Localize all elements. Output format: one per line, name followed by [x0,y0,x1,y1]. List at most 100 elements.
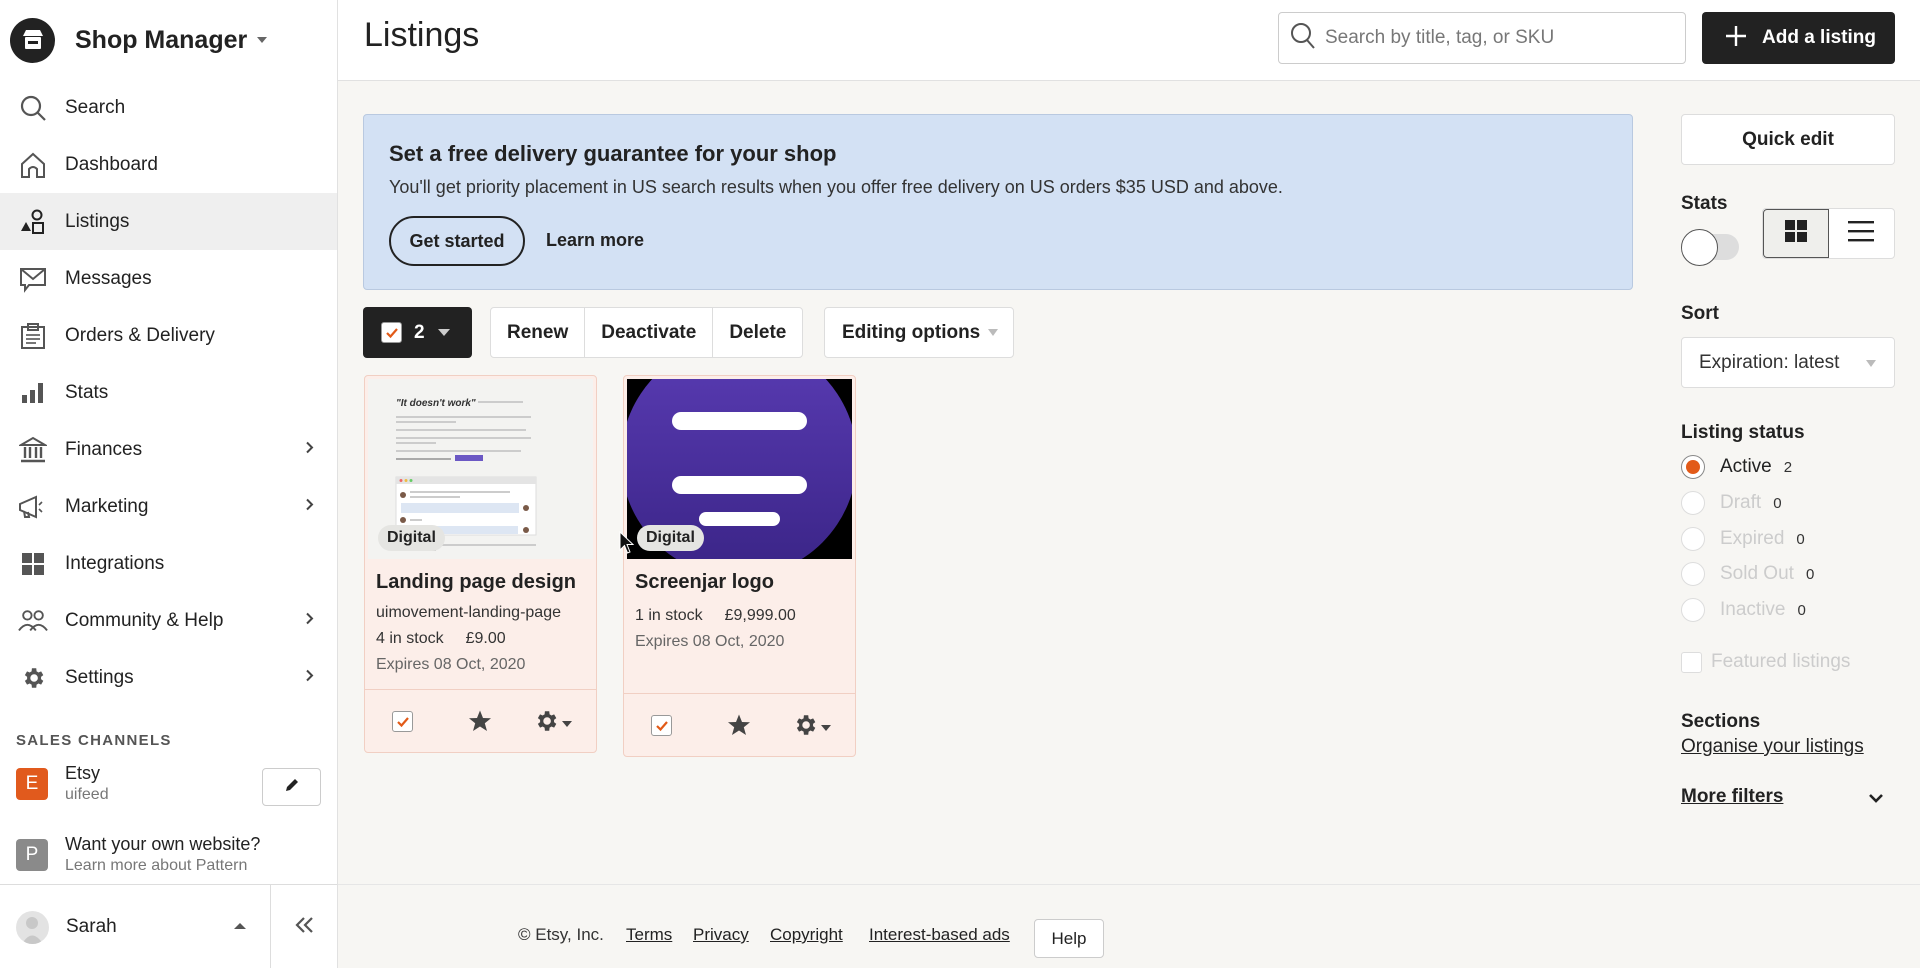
feature-star-icon[interactable] [468,709,492,738]
status-radio-inactive[interactable]: Inactive 0 [1681,598,1806,622]
listing-thumbnail[interactable]: Digital [627,379,852,559]
collapse-sidebar-button[interactable] [272,885,337,968]
deactivate-button[interactable]: Deactivate [585,308,714,357]
get-started-button[interactable]: Get started [389,216,525,266]
listing-card-actions [365,689,596,752]
footer-link-interest-based-ads[interactable]: Interest-based ads [869,925,1010,945]
learn-more-link[interactable]: Learn more [546,230,644,251]
sidebar-item-search[interactable]: Search [0,79,337,136]
sidebar-item-integrations[interactable]: Integrations [0,535,337,592]
footer-link-copyright[interactable]: Copyright [770,925,843,945]
page-header: Listings Add a listing [338,0,1920,81]
view-mode-toggle [1762,208,1895,259]
pencil-icon [283,776,301,799]
radio-button[interactable] [1681,562,1705,586]
listing-select-checkbox[interactable] [651,715,672,736]
avatar [16,910,49,944]
grid-icon [1784,219,1808,248]
listing-card[interactable]: Digital Screenjar logo 1 in stock £9,999.… [623,375,856,757]
status-radio-expired[interactable]: Expired 0 [1681,527,1805,551]
listing-thumbnail[interactable]: "It doesn't work" Digital [368,379,593,559]
search-field[interactable] [1278,12,1686,64]
bar-chart-icon [18,378,48,408]
more-filters-link[interactable]: More filters [1681,786,1783,808]
shapes-icon [18,207,48,237]
caret-down-icon [257,37,268,43]
envelope-icon [18,264,48,294]
chevron-right-icon [305,497,315,516]
stats-toggle[interactable] [1681,229,1741,266]
listing-sku: uimovement-landing-page [376,604,561,621]
list-view-button[interactable] [1829,209,1895,258]
feature-star-icon[interactable] [727,713,751,742]
channel-etsy[interactable]: E Etsy uifeed [16,763,109,804]
add-listing-button[interactable]: Add a listing [1702,12,1895,64]
sidebar-item-dashboard[interactable]: Dashboard [0,136,337,193]
renew-button[interactable]: Renew [491,308,586,357]
sidebar-item-finances[interactable]: Finances [0,421,337,478]
user-menu[interactable]: Sarah [0,885,271,968]
banner-text: You'll get priority placement in US sear… [389,177,1283,197]
radio-button[interactable] [1681,491,1705,515]
radio-button[interactable] [1681,598,1705,622]
gear-icon [18,663,48,693]
etsy-badge-icon: E [16,768,48,800]
sidebar-item-marketing[interactable]: Marketing [0,478,337,535]
radio-button[interactable] [1681,527,1705,551]
listing-settings-button[interactable] [533,708,572,739]
status-count: 0 [1796,530,1805,548]
featured-listings-checkbox[interactable]: Featured listings [1681,651,1850,673]
shop-manager-title: Shop Manager [75,25,248,54]
bulk-action-group: Renew Deactivate Delete [490,307,804,358]
caret-down-icon [1866,360,1876,367]
listing-select-checkbox[interactable] [392,711,413,732]
mouse-cursor-icon [619,530,635,560]
sidebar-item-listings[interactable]: Listings [0,193,337,250]
status-radio-active[interactable]: Active 2 [1681,455,1792,479]
clipboard-icon [18,321,48,351]
sidebar-item-community-help[interactable]: Community & Help [0,592,337,649]
status-radio-sold-out[interactable]: Sold Out 0 [1681,562,1814,586]
sort-select[interactable]: Expiration: latest [1681,337,1895,388]
channel-name: Etsy [65,763,101,783]
listing-title[interactable]: Screenjar logo [635,571,774,594]
footer-link-privacy[interactable]: Privacy [693,925,749,945]
channel-shop-name: uifeed [65,786,109,803]
sidebar-item-messages[interactable]: Messages [0,250,337,307]
select-all-dropdown[interactable]: 2 [363,307,472,358]
radio-button[interactable] [1681,455,1705,479]
digital-tag: Digital [378,525,445,551]
caret-up-icon [234,923,246,929]
page-title: Listings [364,16,480,54]
radio-label: Sold Out [1720,563,1794,584]
listing-settings-button[interactable] [792,712,831,743]
radio-label: Draft [1720,492,1762,513]
sidebar: Shop Manager Search Dashboard Listings M… [0,0,338,968]
grid-view-button[interactable] [1763,209,1829,258]
sidebar-item-orders-delivery[interactable]: Orders & Delivery [0,307,337,364]
help-button[interactable]: Help [1034,919,1104,958]
channel-pattern[interactable]: P Want your own website? Learn more abou… [16,834,260,875]
listing-title[interactable]: Landing page design [376,571,576,594]
quick-edit-button[interactable]: Quick edit [1681,114,1895,165]
footer-link-terms[interactable]: Terms [626,925,672,945]
sidebar-item-settings[interactable]: Settings [0,649,337,706]
listing-stock-price: 1 in stock £9,999.00 [635,607,796,625]
channel-name: Want your own website? [65,834,261,854]
caret-down-icon [437,329,450,336]
status-radio-draft[interactable]: Draft 0 [1681,491,1782,515]
select-all-checkbox[interactable] [381,322,402,343]
edit-channel-button[interactable] [262,768,321,806]
bank-icon [18,435,48,465]
banner-title: Set a free delivery guarantee for your s… [389,141,837,166]
search-input[interactable] [1325,27,1665,49]
organise-listings-link[interactable]: Organise your listings [1681,736,1864,758]
sidebar-item-stats[interactable]: Stats [0,364,337,421]
chevron-down-icon[interactable] [1868,791,1884,809]
shop-manager-menu[interactable]: Shop Manager [10,17,268,63]
checkbox[interactable] [1681,651,1702,673]
listing-card[interactable]: "It doesn't work" Digital Landing page d… [364,375,597,753]
chevron-right-icon [305,668,315,687]
editing-options-dropdown[interactable]: Editing options [824,307,1014,358]
delete-button[interactable]: Delete [713,308,802,357]
